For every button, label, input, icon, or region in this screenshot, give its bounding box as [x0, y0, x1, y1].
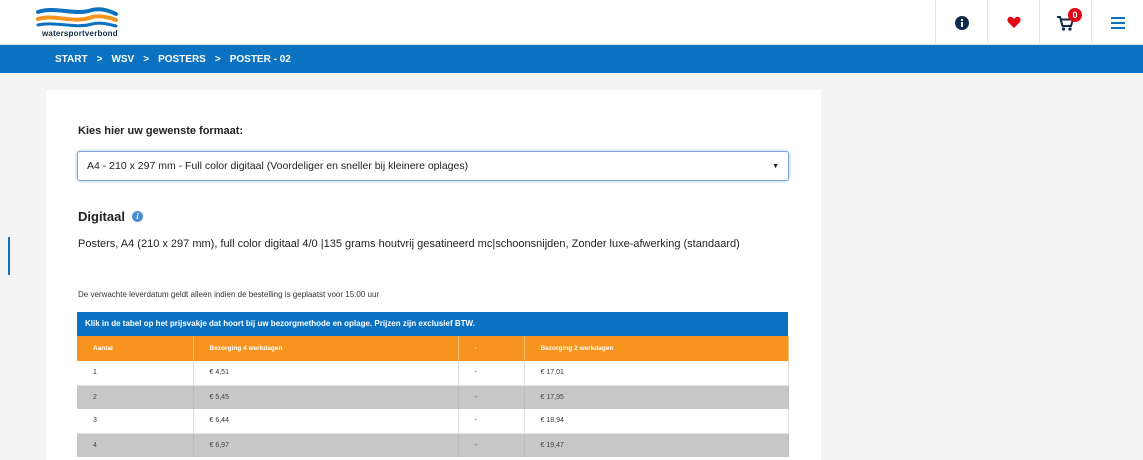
cell-quantity: 2	[77, 385, 194, 409]
format-select-value: A4 - 210 x 297 mm - Full color digitaal …	[87, 160, 469, 172]
menu-icon	[1110, 16, 1125, 29]
price-cell-4-days[interactable]: € 5,45	[193, 385, 459, 409]
breadcrumb-wsv[interactable]: WSV	[111, 54, 134, 65]
table-row: 1 € 4,51 - € 17,01	[77, 361, 789, 386]
cell-spacer: -	[458, 385, 525, 409]
breadcrumb-separator: >	[143, 53, 150, 65]
header-bezorging-2: Bezorging 2 werkdagen	[524, 336, 789, 361]
cell-quantity: 3	[77, 409, 194, 434]
breadcrumb-start[interactable]: START	[55, 54, 88, 65]
breadcrumb-posters[interactable]: POSTERS	[158, 54, 206, 65]
header-bezorging-4: Bezorging 4 werkdagen	[193, 336, 459, 361]
price-cell-4-days[interactable]: € 4,51	[193, 361, 459, 386]
table-row: 2 € 5,45 - € 17,95	[77, 385, 789, 409]
product-panel: Kies hier uw gewenste formaat: A4 - 210 …	[46, 90, 821, 460]
section-title: Digitaal i	[78, 209, 143, 224]
cell-spacer: -	[458, 433, 525, 457]
breadcrumb-separator: >	[96, 53, 103, 65]
product-description: Posters, A4 (210 x 297 mm), full color d…	[78, 238, 740, 250]
cell-spacer: -	[458, 361, 525, 386]
heart-icon	[1006, 16, 1021, 28]
info-icon	[954, 15, 969, 30]
price-table-caption: Klik in de tabel op het prijsvakje dat h…	[77, 312, 788, 336]
side-indicator	[8, 237, 10, 275]
cell-spacer: -	[458, 409, 525, 434]
price-table-header-row: Aantal Bezorging 4 werkdagen - Bezorging…	[77, 336, 789, 361]
table-row: 4 € 6,97 - € 19,47	[77, 433, 789, 457]
price-cell-2-days[interactable]: € 18,94	[524, 409, 789, 434]
menu-button[interactable]	[1091, 0, 1143, 45]
breadcrumb-current[interactable]: POSTER - 02	[230, 54, 291, 65]
format-select[interactable]: A4 - 210 x 297 mm - Full color digitaal …	[77, 151, 789, 181]
header-actions: 0	[935, 0, 1143, 45]
cell-quantity: 1	[77, 361, 194, 386]
header-aantal: Aantal	[77, 336, 194, 361]
wishlist-button[interactable]	[987, 0, 1039, 45]
cell-quantity: 4	[77, 433, 194, 457]
cart-button[interactable]: 0	[1039, 0, 1091, 45]
info-tooltip-icon[interactable]: i	[131, 211, 143, 222]
price-table-wrap: Klik in de tabel op het prijsvakje dat h…	[77, 312, 789, 457]
logo-waves-icon	[36, 7, 118, 28]
header-spacer: -	[458, 336, 525, 361]
cart-count-badge: 0	[1068, 8, 1082, 22]
logo-text: watersportverbond	[42, 29, 118, 38]
price-cell-4-days[interactable]: € 6,44	[193, 409, 459, 434]
price-cell-2-days[interactable]: € 17,95	[524, 385, 789, 409]
dropdown-arrow-icon: ▼	[772, 163, 779, 170]
breadcrumb: START > WSV > POSTERS > POSTER - 02	[0, 45, 1143, 73]
format-label: Kies hier uw gewenste formaat:	[78, 125, 244, 137]
price-cell-2-days[interactable]: € 17,01	[524, 361, 789, 386]
price-cell-4-days[interactable]: € 6,97	[193, 433, 459, 457]
watersportverbond-logo[interactable]: watersportverbond	[30, 6, 140, 40]
info-button[interactable]	[935, 0, 987, 45]
table-row: 3 € 6,44 - € 18,94	[77, 409, 789, 434]
breadcrumb-separator: >	[214, 53, 221, 65]
section-title-text: Digitaal	[78, 209, 125, 224]
top-bar: watersportverbond 0	[0, 0, 1143, 45]
delivery-note: De verwachte leverdatum geldt alleen ind…	[78, 290, 380, 299]
price-cell-2-days[interactable]: € 19,47	[524, 433, 789, 457]
price-table: Aantal Bezorging 4 werkdagen - Bezorging…	[77, 336, 789, 457]
